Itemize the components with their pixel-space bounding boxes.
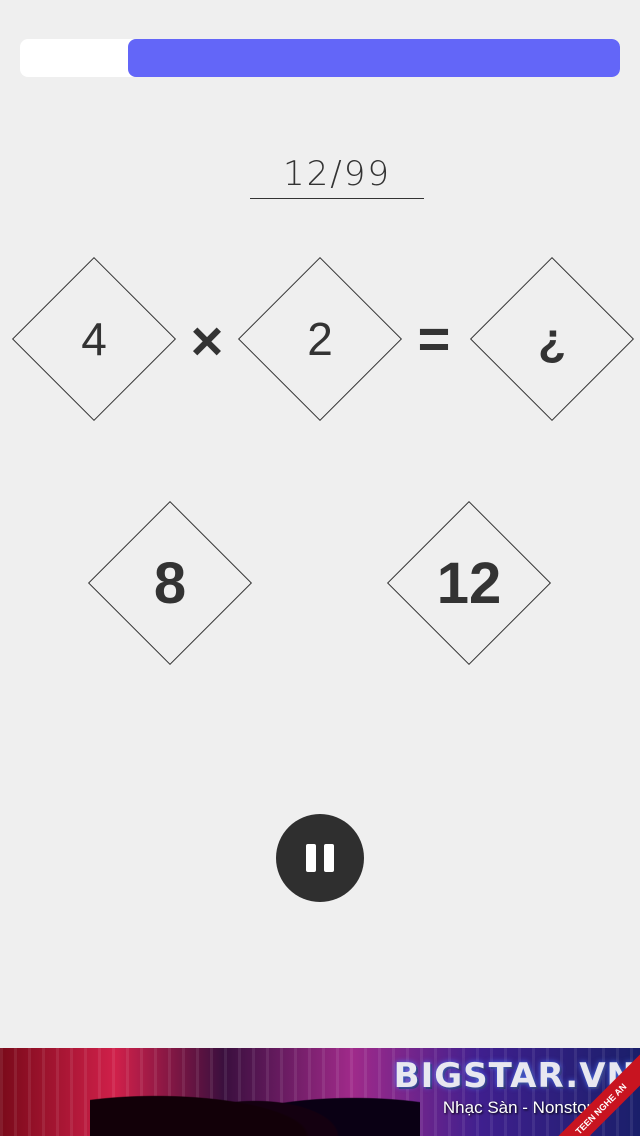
operand-b-diamond: 2 bbox=[237, 256, 403, 422]
answer-option-1-value: 8 bbox=[153, 550, 187, 616]
ad-crowd-silhouette bbox=[90, 1066, 420, 1136]
pause-button[interactable] bbox=[276, 814, 364, 902]
multiply-operator: × bbox=[190, 308, 224, 372]
answer-option-2-value: 12 bbox=[436, 550, 502, 616]
unknown-result-symbol: ¿ bbox=[537, 313, 567, 365]
ad-tagline: Nhạc Sàn - Nonstop bbox=[442, 1098, 596, 1117]
pause-icon bbox=[324, 844, 334, 872]
operand-b-value: 2 bbox=[307, 313, 333, 365]
ad-banner[interactable]: BIGSTAR.VN Nhạc Sàn - Nonstop TEEN NGHE … bbox=[0, 1048, 640, 1136]
equals-operator: = bbox=[417, 306, 451, 370]
question-counter: 12/99 bbox=[250, 150, 424, 199]
unknown-result-diamond: ¿ bbox=[469, 256, 635, 422]
answer-option-2[interactable]: 12 bbox=[386, 500, 552, 666]
operand-a-value: 4 bbox=[81, 313, 107, 365]
progress-bar bbox=[20, 39, 620, 77]
ad-brand-logo: BIGSTAR.VN bbox=[393, 1056, 636, 1096]
progress-fill bbox=[128, 39, 620, 77]
answer-option-1[interactable]: 8 bbox=[87, 500, 253, 666]
pause-icon bbox=[306, 844, 316, 872]
operand-a-diamond: 4 bbox=[11, 256, 177, 422]
